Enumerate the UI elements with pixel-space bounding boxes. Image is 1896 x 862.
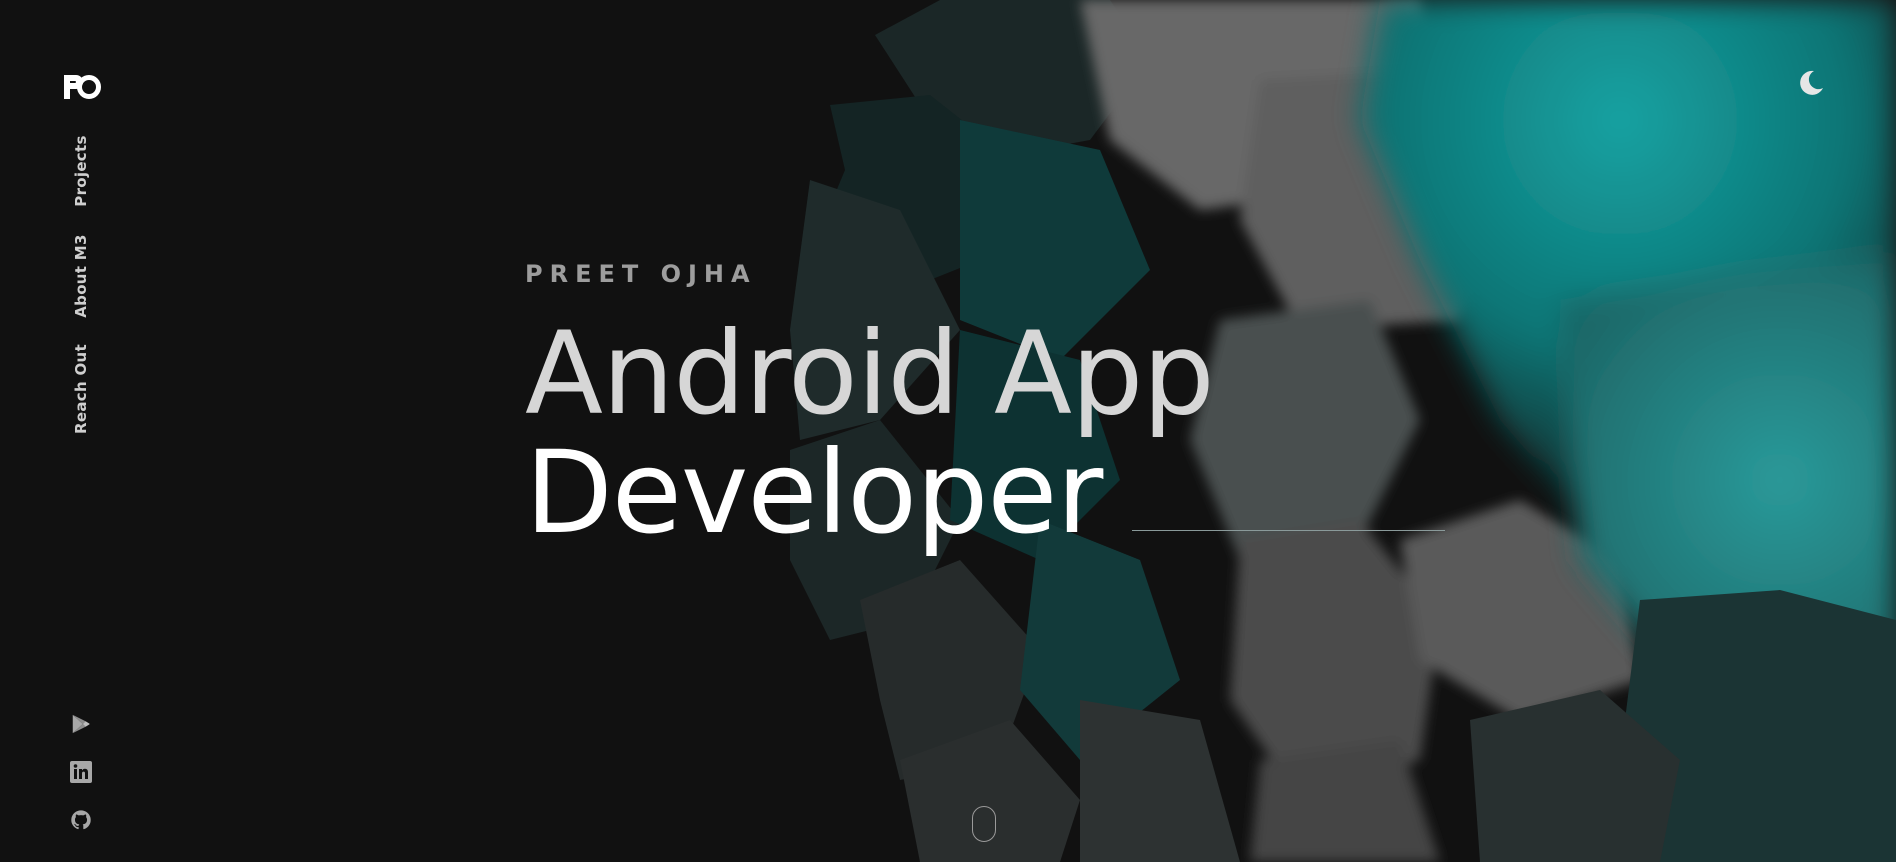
sidebar-nav: PO Projects About M3 Reach Out [0,0,165,862]
logo-icon[interactable] [62,73,102,101]
theme-toggle-button[interactable] [1796,68,1826,98]
linkedin-icon [70,761,92,783]
hero-section: PREET OJHA Android App Developer [525,260,1215,559]
hero-headline: Android App Developer [525,307,1215,559]
hero-eyebrow-name: PREET OJHA [525,260,757,288]
headline-line-2: Developer [525,426,1103,559]
nav-item-reach-out[interactable]: Reach Out [72,344,90,434]
github-link[interactable] [68,807,94,833]
headline-divider [1132,530,1445,531]
linkedin-link[interactable] [68,759,94,785]
google-play-icon [72,714,90,734]
moon-icon [1800,70,1823,95]
nav-item-projects[interactable]: Projects [72,135,90,206]
headline-line-1: Android App [525,307,1215,440]
github-icon [71,810,91,830]
google-play-link[interactable] [68,711,94,737]
scroll-indicator-mouse-icon[interactable] [972,806,996,842]
nav-item-about[interactable]: About M3 [72,234,90,318]
